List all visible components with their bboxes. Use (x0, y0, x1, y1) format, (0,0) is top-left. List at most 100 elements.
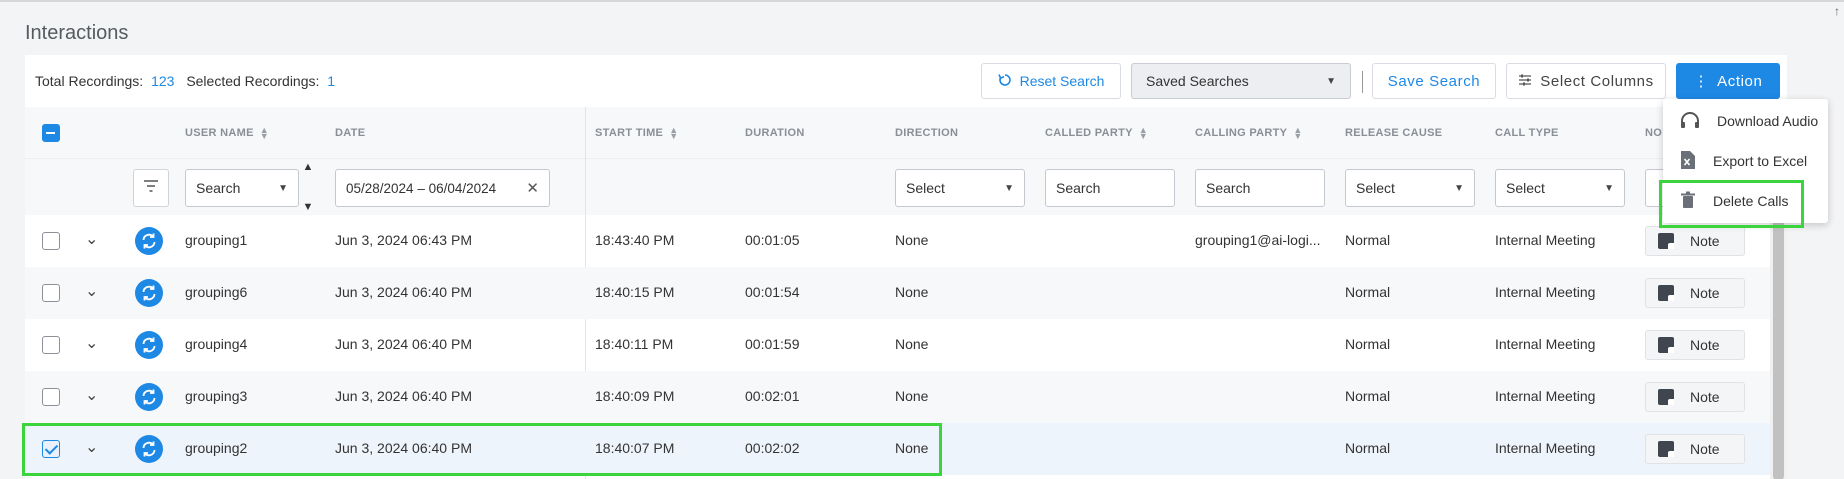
excel-file-icon (1679, 150, 1697, 173)
sort-icon: ▲ ▼ (669, 125, 679, 141)
date-range-filter[interactable]: 05/28/2024 – 06/04/2024 ✕ (335, 169, 550, 207)
table-row[interactable]: ⌄ grouping1 Jun 3, 2024 06:43 PM 18:43:4… (25, 215, 1770, 267)
start-time-cell: 18:40:11 PM (595, 336, 674, 352)
note-icon (1658, 441, 1674, 457)
user-name-filter-value: Search (196, 180, 241, 196)
release-cause-cell: Normal (1345, 232, 1391, 248)
column-release-cause-label: RELEASE CAUSE (1345, 127, 1443, 139)
called-party-filter[interactable]: Search (1045, 169, 1175, 207)
called-party-filter-value: Search (1056, 180, 1101, 196)
column-user-name-label: USER NAME (185, 127, 254, 139)
row-checkbox[interactable] (42, 232, 60, 250)
clear-icon[interactable]: ✕ (526, 179, 539, 197)
user-name-cell: grouping1 (185, 232, 248, 248)
table-row[interactable]: ⌄ grouping6 Jun 3, 2024 06:40 PM 18:40:1… (25, 267, 1770, 319)
page-title: Interactions (25, 22, 129, 44)
select-all-checkbox[interactable] (42, 124, 60, 142)
export-to-excel-menu-item[interactable]: Export to Excel (1663, 141, 1828, 181)
calling-party-filter[interactable]: Search (1195, 169, 1325, 207)
column-header-date: DATE (335, 127, 365, 139)
date-cell: Jun 3, 2024 06:40 PM (335, 440, 472, 456)
headphones-icon (1679, 111, 1701, 132)
chevron-down-icon[interactable]: ⌄ (85, 385, 98, 405)
sync-icon[interactable] (135, 383, 163, 411)
column-header-called-party[interactable]: CALLED PARTY ▲ ▼ (1045, 126, 1148, 141)
date-cell: Jun 3, 2024 06:40 PM (335, 336, 472, 352)
toolbar-divider (1362, 71, 1363, 93)
column-header-start-time[interactable]: START TIME ▲ ▼ (595, 125, 679, 141)
delete-calls-menu-item[interactable]: Delete Calls (1663, 181, 1828, 221)
direction-cell: None (895, 232, 929, 248)
chevron-down-icon: ▼ (302, 201, 314, 213)
user-name-cell: grouping3 (185, 388, 248, 404)
sync-icon[interactable] (135, 279, 163, 307)
note-icon (1658, 233, 1674, 249)
release-cause-cell: Normal (1345, 388, 1391, 404)
filter-scroll-arrows[interactable]: ▲ ▼ (301, 159, 315, 215)
user-name-cell: grouping6 (185, 284, 248, 300)
chevron-down-icon[interactable]: ⌄ (85, 281, 98, 301)
call-type-filter[interactable]: Select ▼ (1495, 169, 1625, 207)
recording-totals: Total Recordings: 123 Selected Recording… (35, 73, 343, 89)
table-row[interactable]: ⌄ grouping3 Jun 3, 2024 06:40 PM 18:40:0… (25, 371, 1770, 423)
interactions-panel: Total Recordings: 123 Selected Recording… (22, 55, 1787, 479)
note-button[interactable]: Note (1645, 330, 1745, 360)
release-cause-cell: Normal (1345, 440, 1391, 456)
sync-icon[interactable] (135, 227, 163, 255)
delete-calls-label: Delete Calls (1713, 193, 1789, 209)
start-time-cell: 18:40:09 PM (595, 388, 675, 404)
filter-icon (143, 179, 159, 197)
reset-icon (997, 73, 1012, 90)
duration-cell: 00:01:54 (745, 284, 800, 300)
reset-search-button[interactable]: Reset Search (981, 63, 1121, 99)
chevron-down-icon[interactable]: ⌄ (85, 437, 98, 457)
calling-party-cell: grouping1@ai-logi... (1195, 232, 1321, 248)
chevron-up-icon: ▲ (302, 161, 314, 173)
chevron-down-icon: ▼ (278, 182, 288, 194)
action-button[interactable]: ⋮ Action (1676, 63, 1780, 99)
row-checkbox[interactable] (42, 388, 60, 406)
column-header-user-name[interactable]: USER NAME ▲ ▼ (185, 126, 269, 141)
note-button[interactable]: Note (1645, 278, 1745, 308)
chevron-down-icon[interactable]: ⌄ (85, 229, 98, 249)
note-button[interactable]: Note (1645, 382, 1745, 412)
chevron-down-icon[interactable]: ⌄ (85, 333, 98, 353)
column-header-calling-party[interactable]: CALLING PARTY ▲ ▼ (1195, 125, 1303, 141)
note-icon (1658, 285, 1674, 301)
sync-icon[interactable] (135, 331, 163, 359)
note-button[interactable]: Note (1645, 434, 1745, 464)
sliders-icon (1518, 73, 1532, 90)
direction-cell: None (895, 388, 929, 404)
duration-cell: 00:02:02 (745, 440, 800, 456)
note-label: Note (1690, 389, 1720, 405)
table-row[interactable]: ⌄ grouping2 Jun 3, 2024 06:40 PM 18:40:0… (25, 423, 1770, 475)
row-checkbox[interactable] (42, 336, 60, 354)
user-name-filter[interactable]: Search ▼ (185, 169, 299, 207)
select-columns-button[interactable]: Select Columns (1506, 63, 1666, 99)
release-cause-cell: Normal (1345, 284, 1391, 300)
note-button[interactable]: Note (1645, 226, 1745, 256)
sync-icon[interactable] (135, 435, 163, 463)
table-row[interactable]: ⌄ grouping4 Jun 3, 2024 06:40 PM 18:40:1… (25, 319, 1770, 371)
direction-cell: None (895, 336, 929, 352)
start-time-cell: 18:40:15 PM (595, 284, 675, 300)
filter-row: Search ▼ ▲ ▼ 05/28/2024 – 06/04/2024 ✕ S… (25, 159, 1770, 215)
direction-filter[interactable]: Select ▼ (895, 169, 1025, 207)
toolbar: Total Recordings: 123 Selected Recording… (25, 55, 1787, 107)
filter-button[interactable] (133, 169, 169, 207)
save-search-button[interactable]: Save Search (1372, 63, 1496, 99)
release-cause-filter[interactable]: Select ▼ (1345, 169, 1475, 207)
column-notes-label: NO (1645, 127, 1663, 139)
call-type-cell: Internal Meeting (1495, 284, 1596, 300)
row-checkbox[interactable] (42, 284, 60, 302)
action-label: Action (1717, 72, 1763, 90)
row-checkbox[interactable] (42, 440, 60, 458)
direction-cell: None (895, 440, 929, 456)
user-name-cell: grouping4 (185, 336, 248, 352)
sort-icon: ▲ ▼ (1293, 125, 1303, 141)
download-audio-menu-item[interactable]: Download Audio (1663, 101, 1828, 141)
saved-searches-dropdown[interactable]: Saved Searches ▼ (1131, 63, 1351, 99)
column-duration-label: DURATION (745, 127, 805, 139)
export-to-excel-label: Export to Excel (1713, 153, 1808, 169)
note-icon (1658, 389, 1674, 405)
